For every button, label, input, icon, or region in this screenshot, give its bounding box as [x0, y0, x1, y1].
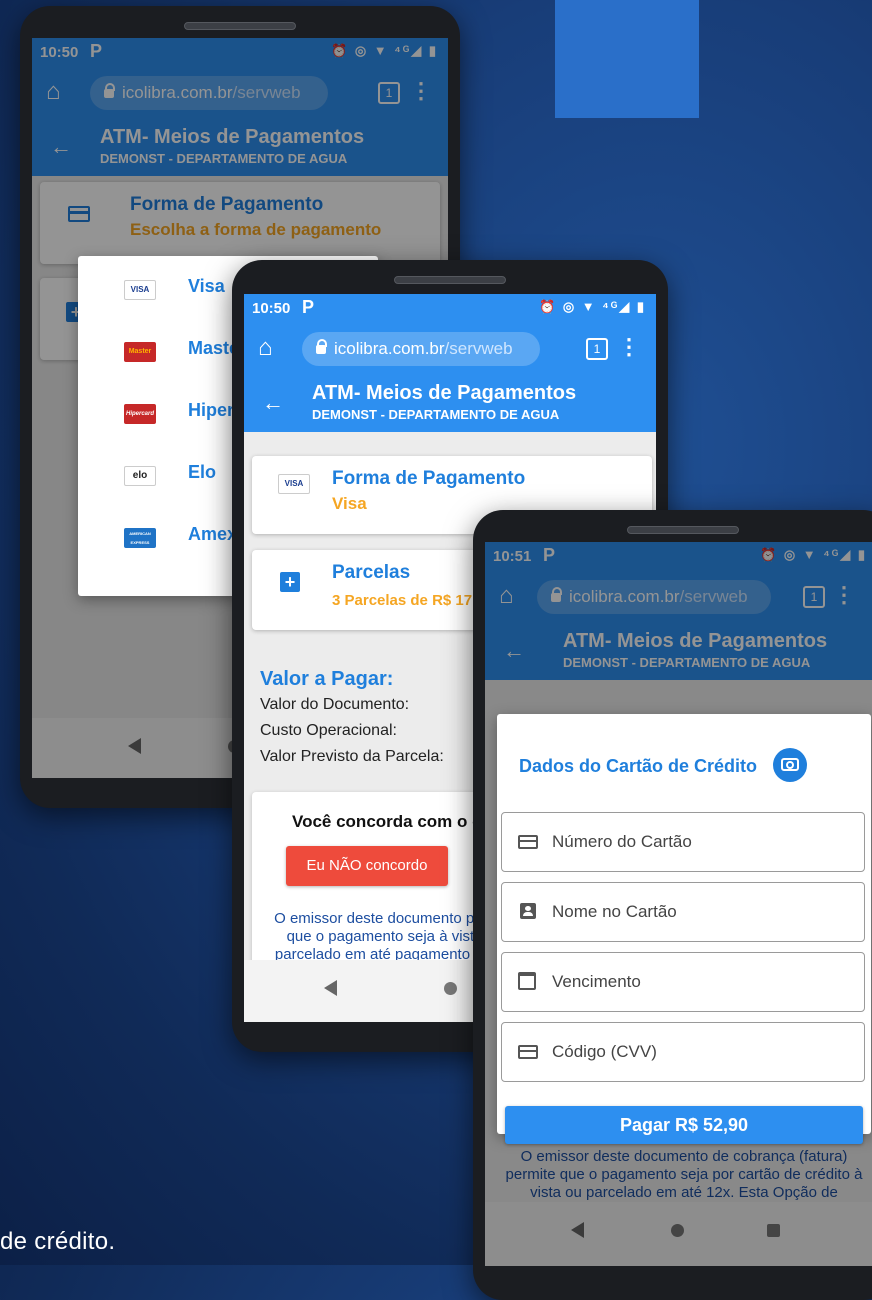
nav-home-icon[interactable] — [444, 982, 457, 995]
visa-logo-icon: VISA — [278, 474, 310, 494]
valor-a-pagar-title: Valor a Pagar: — [260, 668, 394, 690]
parcelas-title: Parcelas — [332, 562, 411, 583]
app-title: ATM- Meios de Pagamentos — [312, 382, 577, 404]
credit-card-icon — [518, 835, 538, 849]
forma-pagamento-value: Visa — [332, 494, 367, 513]
field-label: Vencimento — [552, 972, 641, 991]
field-label: Código (CVV) — [552, 1042, 657, 1061]
amex-logo-icon: AMERICAN EXPRESS — [124, 528, 156, 548]
expiry-field[interactable]: Vencimento — [501, 952, 865, 1012]
parking-icon: P — [302, 297, 315, 317]
cvv-field[interactable]: Código (CVV) — [501, 1022, 865, 1082]
app-bar: ← ATM- Meios de Pagamentos DEMONST - DEP… — [244, 374, 656, 432]
nav-back-icon[interactable] — [324, 980, 337, 996]
card-security-icon — [518, 1045, 538, 1059]
status-bar: 10:50 P ⏰ ◎ ▼ ⁴ᴳ◢ ▮ — [244, 294, 656, 324]
back-arrow-icon[interactable]: ← — [262, 390, 284, 416]
deny-button[interactable]: Eu NÃO concordo — [286, 846, 448, 886]
camera-icon[interactable] — [773, 748, 807, 782]
browser-bar: ⌂ icolibra.com.br/servweb 1 ⋮ — [244, 324, 656, 374]
phone-3: 10:51 P ⏰ ◎ ▼ ⁴ᴳ◢ ▮ ⌂ icolibra.com.br/se… — [473, 510, 872, 1300]
status-icons: ⏰ ◎ ▼ ⁴ᴳ◢ ▮ — [539, 299, 646, 314]
app-subtitle: DEMONST - DEPARTAMENTO DE AGUA — [312, 407, 560, 422]
phone-speaker — [394, 276, 506, 284]
more-vert-icon[interactable]: ⋮ — [618, 334, 640, 360]
option-label: Elo — [188, 462, 217, 482]
caption-text: de crédito. — [0, 1228, 116, 1255]
parcelas-value: 3 Parcelas de R$ 17,63 — [332, 592, 493, 609]
url-domain: icolibra.com.br — [334, 339, 445, 358]
option-label: Amex — [188, 524, 238, 544]
phone-speaker — [627, 526, 739, 534]
contact-card-icon — [520, 903, 536, 919]
home-icon[interactable]: ⌂ — [258, 334, 273, 362]
calendar-icon — [518, 972, 536, 990]
card-number-field[interactable]: Número do Cartão — [501, 812, 865, 872]
url-path: /servweb — [444, 339, 513, 358]
valor-parcela-label: Valor Previsto da Parcela: — [260, 748, 444, 765]
phone-speaker — [184, 22, 296, 30]
elo-logo-icon: elo — [124, 466, 156, 486]
card-name-field[interactable]: Nome no Cartão — [501, 882, 865, 942]
card-data-dialog: Dados do Cartão de Crédito Número do Car… — [497, 714, 871, 1144]
valor-documento-label: Valor do Documento: — [260, 696, 410, 713]
status-time: 10:50 — [252, 300, 291, 317]
mastercard-logo-icon: Master — [124, 342, 156, 362]
lock-icon — [316, 339, 327, 354]
forma-pagamento-title: Forma de Pagamento — [332, 468, 526, 489]
phone-3-screen: 10:51 P ⏰ ◎ ▼ ⁴ᴳ◢ ▮ ⌂ icolibra.com.br/se… — [485, 542, 872, 1266]
url-field[interactable]: icolibra.com.br/servweb — [302, 332, 540, 366]
decorative-blue-square — [555, 0, 699, 118]
custo-operacional-label: Custo Operacional: — [260, 722, 397, 739]
dialog-title: Dados do Cartão de Crédito — [519, 756, 758, 776]
hipercard-logo-icon: Hipercard — [124, 404, 156, 424]
tab-count-button[interactable]: 1 — [586, 338, 608, 360]
add-box-icon: + — [280, 572, 300, 592]
field-label: Nome no Cartão — [552, 902, 677, 921]
field-label: Número do Cartão — [552, 832, 692, 851]
option-label: Visa — [188, 276, 225, 296]
visa-logo-icon: VISA — [124, 280, 156, 300]
pay-button[interactable]: Pagar R$ 52,90 — [505, 1106, 863, 1144]
